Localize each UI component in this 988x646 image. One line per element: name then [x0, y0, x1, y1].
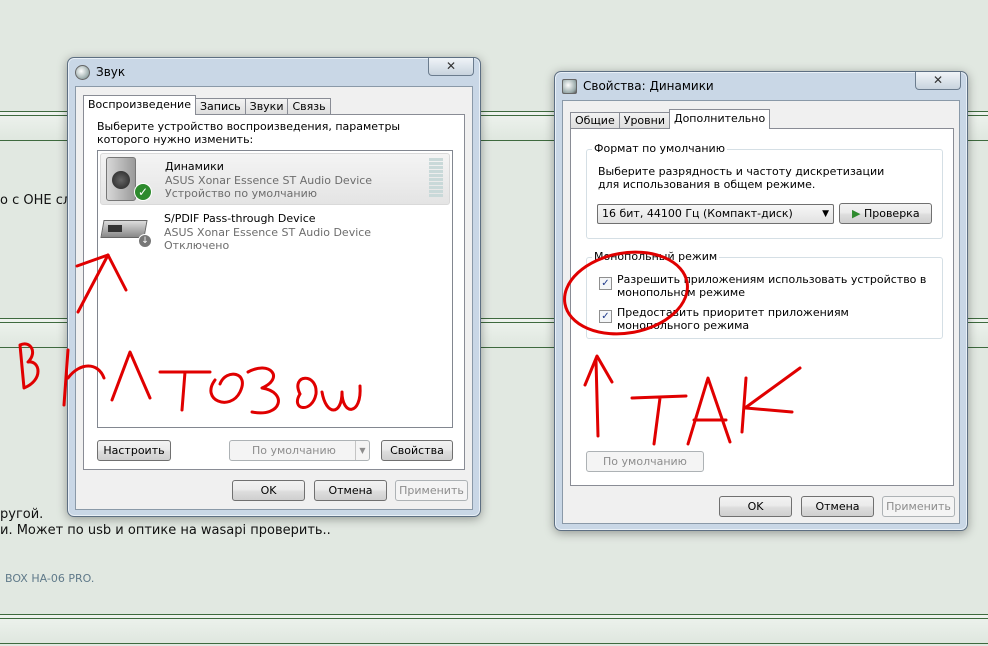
forum-text: о с ОНЕ сл — [0, 193, 72, 208]
properties-client: Общие Уровни Дополнительно Формат по умо… — [562, 100, 960, 524]
device-name: S/PDIF Pass-through Device — [164, 212, 316, 225]
test-button[interactable]: ▶ Проверка — [839, 203, 932, 224]
cancel-button[interactable]: Отмена — [314, 480, 387, 501]
spdif-device-icon: ↓ — [100, 216, 152, 252]
chevron-down-icon: ▼ — [822, 209, 829, 219]
device-status: Отключено — [164, 239, 230, 252]
forum-text: и. Может по usb и оптике на wasapi прове… — [0, 523, 331, 538]
device-name: Динамики — [165, 160, 224, 173]
format-select-value: 16 бит, 44100 Гц (Компакт-диск) — [602, 207, 793, 220]
device-driver: ASUS Xonar Essence ST Audio Device — [165, 174, 373, 187]
format-description: Выберите разрядность и частоту дискретиз… — [598, 165, 885, 191]
ok-button[interactable]: OK — [232, 480, 305, 501]
forum-divider — [0, 614, 988, 644]
device-speakers[interactable]: ✓ Динамики ASUS Xonar Essence ST Audio D… — [100, 153, 450, 205]
speaker-icon — [75, 65, 90, 80]
speaker-icon — [562, 79, 577, 94]
exclusive-mode-checkbox[interactable]: ✓ — [599, 277, 612, 290]
close-button[interactable]: ✕ — [428, 58, 474, 76]
group-label: Монопольный режим — [592, 250, 720, 263]
playback-panel: Выберите устройство воспроизведения, пар… — [83, 114, 465, 470]
cancel-button[interactable]: Отмена — [801, 496, 874, 517]
apply-button[interactable]: Применить — [395, 480, 468, 501]
properties-window: Свойства: Динамики ✕ Общие Уровни Дополн… — [554, 71, 968, 531]
device-driver: ASUS Xonar Essence ST Audio Device — [164, 226, 372, 239]
play-icon: ▶ — [852, 207, 861, 220]
forum-footer-text: BOX HA-06 PRO. — [5, 572, 95, 585]
properties-tabs: Общие Уровни Дополнительно — [570, 109, 771, 129]
device-status: Устройство по умолчанию — [165, 187, 318, 200]
down-arrow-icon: ↓ — [138, 234, 152, 248]
set-default-label: По умолчанию — [252, 444, 336, 457]
test-button-label: Проверка — [863, 207, 920, 220]
tab-recording[interactable]: Запись — [194, 98, 246, 115]
tab-levels[interactable]: Уровни — [618, 112, 670, 129]
format-select[interactable]: 16 бит, 44100 Гц (Компакт-диск) ▼ — [597, 204, 834, 224]
exclusive-priority-checkbox[interactable]: ✓ — [599, 310, 612, 323]
exclusive-mode-group: Монопольный режим ✓ Разрешить приложения… — [586, 250, 943, 339]
instruction-text: Выберите устройство воспроизведения, пар… — [97, 120, 401, 146]
sound-window: Звук ✕ Воспроизведение Запись Звуки Связ… — [67, 57, 481, 517]
advanced-panel: Формат по умолчанию Выберите разрядность… — [570, 128, 954, 486]
forum-text: ругой. — [0, 507, 44, 522]
apply-button[interactable]: Применить — [882, 496, 955, 517]
device-spdif[interactable]: ↓ S/PDIF Pass-through Device ASUS Xonar … — [100, 206, 450, 258]
speaker-device-icon: ✓ — [104, 157, 152, 201]
properties-button[interactable]: Свойства — [381, 440, 453, 461]
exclusive-priority-label: Предоставить приоритет приложениям моноп… — [617, 306, 849, 332]
sound-tabs: Воспроизведение Запись Звуки Связь — [83, 95, 331, 115]
restore-defaults-button[interactable]: По умолчанию — [586, 451, 704, 472]
configure-button[interactable]: Настроить — [97, 440, 171, 461]
properties-titlebar[interactable]: Свойства: Динамики ✕ — [555, 72, 967, 100]
device-list: ✓ Динамики ASUS Xonar Essence ST Audio D… — [97, 150, 453, 428]
tab-playback[interactable]: Воспроизведение — [83, 95, 196, 115]
handwriting-annotation — [18, 342, 40, 390]
window-title: Свойства: Динамики — [583, 79, 714, 93]
sound-titlebar[interactable]: Звук ✕ — [68, 58, 480, 86]
window-title: Звук — [96, 65, 126, 79]
tab-advanced[interactable]: Дополнительно — [668, 109, 771, 129]
sound-client: Воспроизведение Запись Звуки Связь Выбер… — [75, 86, 473, 510]
group-label: Формат по умолчанию — [592, 142, 727, 155]
check-icon: ✓ — [134, 183, 152, 201]
tab-communications[interactable]: Связь — [287, 98, 331, 115]
exclusive-mode-label: Разрешить приложениям использовать устро… — [617, 273, 927, 299]
level-meter — [429, 158, 443, 200]
close-button[interactable]: ✕ — [915, 72, 961, 90]
tab-sounds[interactable]: Звуки — [244, 98, 289, 115]
default-format-group: Формат по умолчанию Выберите разрядность… — [586, 142, 943, 239]
set-default-button[interactable]: По умолчанию ▼ — [229, 440, 370, 461]
tab-general[interactable]: Общие — [570, 112, 620, 129]
chevron-down-icon[interactable]: ▼ — [355, 441, 369, 460]
ok-button[interactable]: OK — [719, 496, 792, 517]
